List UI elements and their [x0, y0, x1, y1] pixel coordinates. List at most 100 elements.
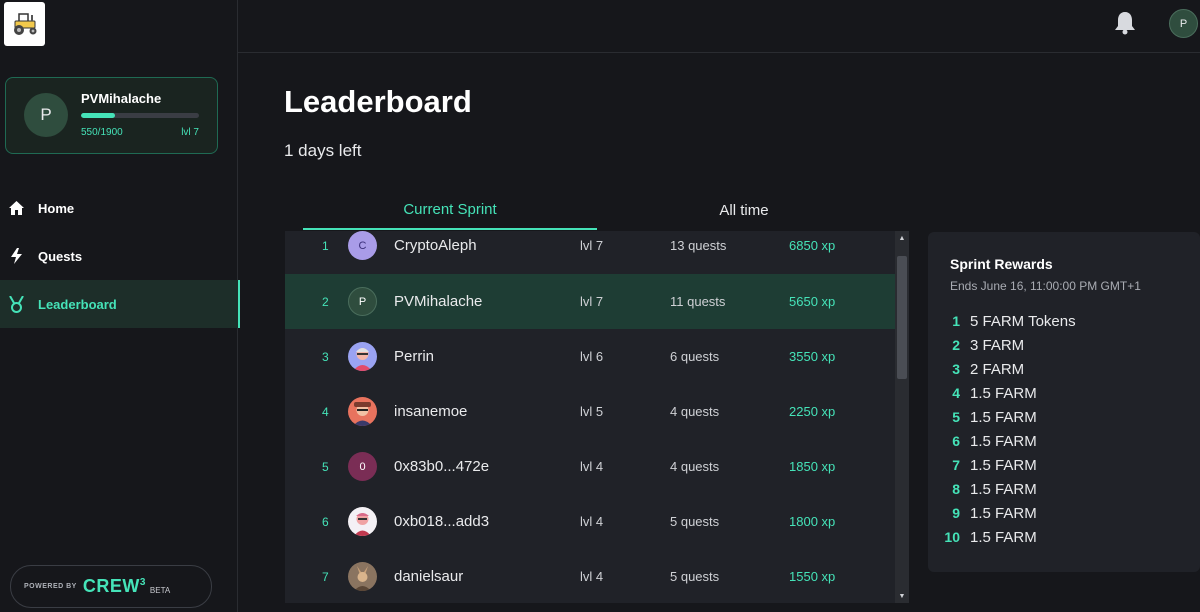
table-row[interactable]: 6 0xb018...add3 lvl 4 5 quests 1800 xp [285, 494, 895, 549]
avatar: P [348, 287, 377, 316]
sidebar-item-home[interactable]: Home [0, 184, 240, 232]
reward-prize: 1.5 FARM [970, 504, 1037, 522]
row-xp: 1550 xp [789, 569, 836, 584]
row-rank: 7 [322, 569, 329, 584]
table-row[interactable]: 5 0 0x83b0...472e lvl 4 4 quests 1850 xp [285, 439, 895, 494]
avatar-illustration [353, 348, 372, 371]
scrollbar-thumb[interactable] [897, 256, 907, 379]
row-username: PVMihalache [394, 293, 483, 310]
avatar [348, 507, 377, 536]
row-quests: 13 quests [670, 238, 727, 253]
medal-icon [8, 295, 24, 313]
row-level: lvl 6 [580, 349, 604, 364]
reward-list: 1 5 FARM Tokens 2 3 FARM 3 2 FARM 4 1.5 FARM… [942, 309, 1076, 549]
reward-rank: 7 [952, 457, 960, 473]
reward-prize: 1.5 FARM [970, 432, 1037, 450]
app-logo[interactable] [4, 2, 45, 46]
tab-all-time[interactable]: All time [597, 190, 891, 230]
avatar-illustration [354, 566, 371, 591]
row-quests: 5 quests [670, 514, 720, 529]
sidebar-item-label: Home [38, 200, 75, 216]
table-row[interactable]: 7 danielsaur lvl 4 5 quests 1550 xp [285, 549, 895, 603]
powered-by-badge[interactable]: POWERED BY CREW3 BETA [10, 565, 212, 608]
reward-rank: 9 [952, 505, 960, 521]
crew3-logo-text: CREW [82, 576, 140, 596]
bell-icon [1115, 12, 1135, 35]
reward-prize: 1.5 FARM [970, 480, 1037, 498]
row-username: CryptoAleph [394, 237, 477, 254]
avatar: 0 [348, 452, 377, 481]
leaderboard-scrollbar[interactable]: ▲ ▼ [895, 231, 909, 603]
row-xp: 2250 xp [789, 404, 836, 419]
row-level: lvl 4 [580, 459, 604, 474]
reward-prize: 5 FARM Tokens [970, 312, 1076, 330]
profile-name: PVMihalache [81, 91, 162, 106]
avatar [348, 562, 377, 591]
row-xp: 1850 xp [789, 459, 836, 474]
row-rank: 6 [322, 514, 329, 529]
row-username: 0xb018...add3 [394, 513, 490, 530]
table-row[interactable]: 4 insanemoe lvl 5 4 quests 2250 xp [285, 384, 895, 439]
row-level: lvl 7 [580, 294, 604, 309]
table-row[interactable]: 3 Perrin lvl 6 6 quests 3550 xp [285, 329, 895, 384]
row-rank: 4 [322, 404, 329, 419]
sprint-rewards-panel: Sprint Rewards Ends June 16, 11:00:00 PM… [928, 232, 1200, 572]
row-xp: 6850 xp [789, 238, 836, 253]
reward-item: 10 1.5 FARM [942, 525, 1076, 549]
row-xp: 1800 xp [789, 514, 836, 529]
row-xp: 3550 xp [789, 349, 836, 364]
row-rank: 3 [322, 349, 329, 364]
reward-item: 6 1.5 FARM [942, 429, 1076, 453]
powered-by-label: POWERED BY [24, 583, 77, 590]
reward-prize: 1.5 FARM [970, 384, 1037, 402]
reward-item: 9 1.5 FARM [942, 501, 1076, 525]
table-row[interactable]: 1 C CryptoAleph lvl 7 13 quests 6850 xp [285, 231, 895, 273]
row-rank: 5 [322, 459, 329, 474]
sidebar-item-leaderboard[interactable]: Leaderboard [0, 280, 240, 328]
reward-prize: 3 FARM [970, 336, 1025, 354]
reward-item: 2 3 FARM [942, 333, 1076, 357]
rewards-end-date: Ends June 16, 11:00:00 PM GMT+1 [950, 279, 1141, 293]
sidebar-item-label: Quests [38, 248, 83, 264]
reward-rank: 2 [952, 337, 960, 353]
row-quests: 6 quests [670, 349, 720, 364]
avatar-illustration [354, 513, 371, 536]
reward-rank: 5 [952, 409, 960, 425]
table-row-current-user[interactable]: 2 P PVMihalache lvl 7 11 quests 5650 xp [285, 274, 895, 329]
row-quests: 5 quests [670, 569, 720, 584]
reward-item: 3 2 FARM [942, 357, 1076, 381]
scroll-up-arrow-icon[interactable]: ▲ [895, 231, 909, 245]
row-username: insanemoe [394, 403, 468, 420]
row-rank: 2 [322, 294, 329, 309]
row-quests: 4 quests [670, 404, 720, 419]
user-avatar-button[interactable]: P [1169, 9, 1198, 38]
sidebar-item-label: Leaderboard [38, 296, 117, 312]
reward-item: 1 5 FARM Tokens [942, 309, 1076, 333]
row-level: lvl 4 [580, 514, 604, 529]
reward-rank: 6 [952, 433, 960, 449]
row-level: lvl 4 [580, 569, 604, 584]
profile-card[interactable]: P PVMihalache 550/1900 lvl 7 [5, 77, 218, 154]
reward-item: 4 1.5 FARM [942, 381, 1076, 405]
crew3-logo: CREW3 [83, 576, 146, 597]
sidebar-item-quests[interactable]: Quests [0, 232, 240, 280]
page-title: Leaderboard [284, 84, 472, 119]
reward-prize: 2 FARM [970, 360, 1025, 378]
scroll-down-arrow-icon[interactable]: ▼ [895, 589, 909, 603]
reward-rank: 10 [944, 529, 960, 545]
rewards-title: Sprint Rewards [950, 256, 1053, 272]
crew3-logo-sup: 3 [139, 577, 146, 588]
reward-prize: 1.5 FARM [970, 456, 1037, 474]
tractor-icon [13, 13, 36, 35]
avatar [348, 342, 377, 371]
reward-item: 5 1.5 FARM [942, 405, 1076, 429]
beta-label: BETA [149, 586, 171, 595]
reward-rank: 1 [952, 313, 960, 329]
home-icon [8, 200, 24, 216]
notifications-button[interactable] [1114, 11, 1138, 37]
reward-rank: 8 [952, 481, 960, 497]
reward-prize: 1.5 FARM [970, 408, 1037, 426]
row-quests: 4 quests [670, 459, 720, 474]
row-level: lvl 5 [580, 404, 604, 419]
tab-current-sprint[interactable]: Current Sprint [303, 190, 597, 230]
